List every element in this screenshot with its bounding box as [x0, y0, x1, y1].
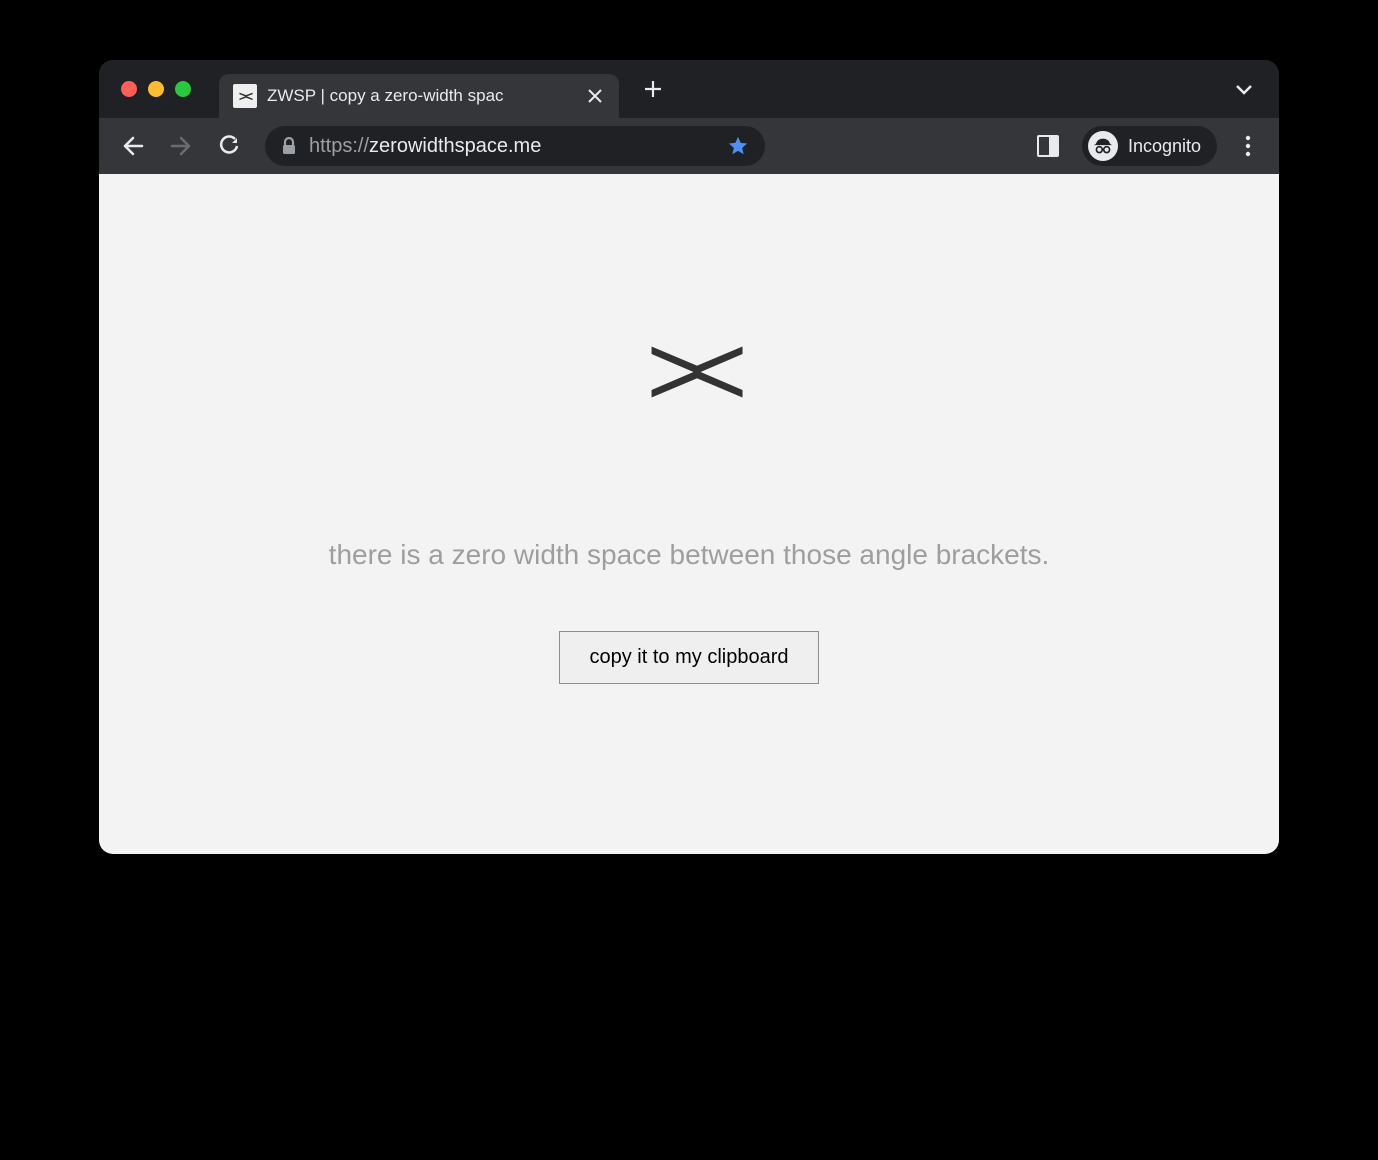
star-icon — [727, 135, 749, 157]
new-tab-button[interactable] — [637, 73, 669, 105]
address-bar[interactable]: https://zerowidthspace.me — [265, 126, 765, 166]
window-controls — [121, 81, 191, 97]
browser-window: >< ZWSP | copy a zero-width spac — [99, 60, 1279, 854]
extensions-button[interactable] — [1028, 126, 1068, 166]
window-close-button[interactable] — [121, 81, 137, 97]
lock-icon — [281, 137, 297, 155]
url-protocol: https:// — [309, 135, 369, 157]
browser-menu-button[interactable] — [1231, 135, 1265, 157]
forward-button[interactable] — [161, 126, 201, 166]
arrow-right-icon — [170, 135, 192, 157]
kebab-icon — [1245, 135, 1251, 157]
browser-tab[interactable]: >< ZWSP | copy a zero-width spac — [219, 74, 619, 118]
reload-icon — [218, 135, 240, 157]
close-icon — [588, 89, 602, 103]
window-maximize-button[interactable] — [175, 81, 191, 97]
incognito-icon — [1088, 131, 1118, 161]
tab-bar: >< ZWSP | copy a zero-width spac — [99, 60, 1279, 118]
page-content: >​< there is a zero width space between … — [99, 174, 1279, 854]
zwsp-demonstration[interactable]: >​< — [647, 314, 732, 429]
url-text: https://zerowidthspace.me — [309, 135, 715, 158]
chevron-down-icon — [1235, 83, 1253, 95]
tab-search-button[interactable] — [1235, 83, 1263, 95]
page-description: there is a zero width space between thos… — [329, 539, 1050, 571]
toolbar-right: Incognito — [1028, 126, 1265, 166]
browser-toolbar: https://zerowidthspace.me Incognito — [99, 118, 1279, 174]
url-domain: zerowidthspace.me — [369, 135, 541, 157]
tab-title: ZWSP | copy a zero-width spac — [267, 86, 575, 106]
plus-icon — [644, 80, 662, 98]
back-button[interactable] — [113, 126, 153, 166]
copy-button[interactable]: copy it to my clipboard — [559, 631, 820, 684]
incognito-indicator[interactable]: Incognito — [1082, 126, 1217, 166]
window-minimize-button[interactable] — [148, 81, 164, 97]
tab-close-button[interactable] — [585, 86, 605, 106]
incognito-label: Incognito — [1128, 136, 1201, 157]
arrow-left-icon — [122, 135, 144, 157]
bookmark-button[interactable] — [727, 135, 749, 157]
tab-favicon: >< — [233, 84, 257, 108]
panel-icon — [1037, 135, 1059, 157]
reload-button[interactable] — [209, 126, 249, 166]
